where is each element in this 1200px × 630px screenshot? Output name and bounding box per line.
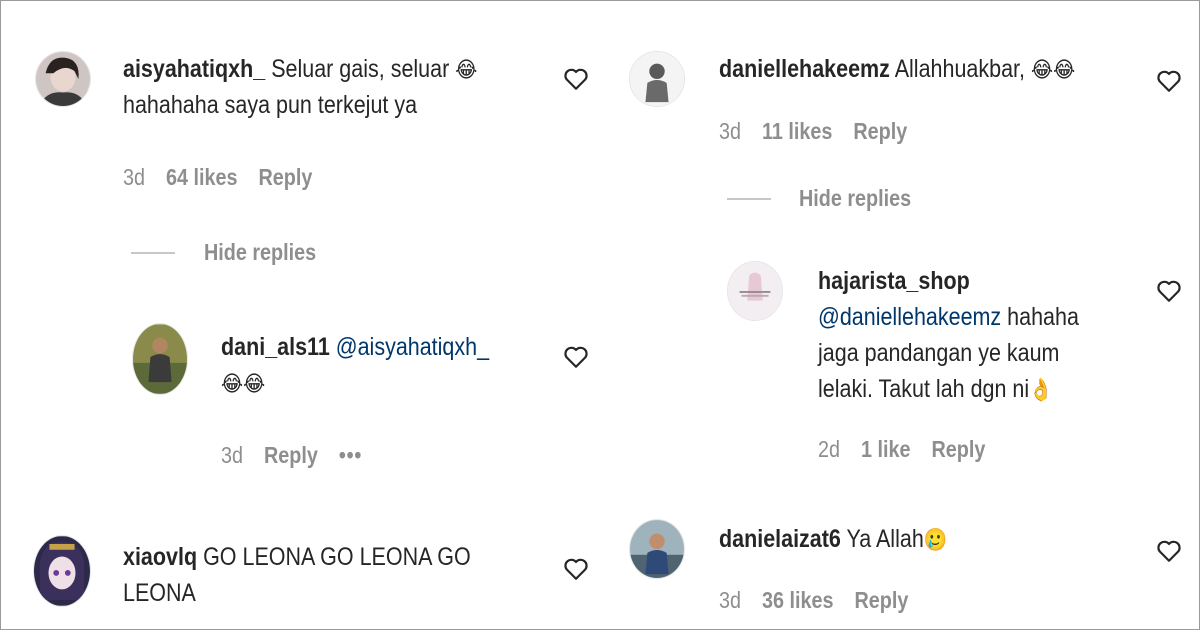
avatar-photo-icon <box>630 52 684 106</box>
hide-replies-button[interactable]: Hide replies <box>204 239 316 266</box>
comment-body: Allahhuakbar, <box>894 55 1031 83</box>
timestamp: 3d <box>221 442 244 468</box>
like-heart-icon[interactable] <box>1156 279 1182 303</box>
avatar-photo-icon <box>36 52 90 106</box>
reply-button[interactable]: Reply <box>931 436 985 462</box>
tearful-smile-emoji-icon: 🥲 <box>923 527 948 553</box>
more-options-icon[interactable]: ••• <box>339 442 362 468</box>
reply-body-line3: lelaki. Takut lah dgn ni <box>818 375 1030 403</box>
comment-meta: 3d 64 likes Reply <box>123 164 328 191</box>
ok-hand-emoji-icon: 👌 <box>1029 377 1053 403</box>
comments-screenshot: aisyahatiqxh_ Seluar gais, seluar 😂 haha… <box>0 0 1200 630</box>
avatar[interactable] <box>132 323 188 395</box>
comment-body: Seluar gais, seluar <box>271 55 456 83</box>
like-heart-icon[interactable] <box>563 345 589 369</box>
reply-button[interactable]: Reply <box>264 442 318 468</box>
likes-count[interactable]: 11 likes <box>762 118 832 144</box>
avatar[interactable] <box>35 51 91 107</box>
mention-link[interactable]: @daniellehakeemz <box>818 303 1001 331</box>
comment-text: aisyahatiqxh_ Seluar gais, seluar 😂 haha… <box>123 51 544 123</box>
reply-text: dani_als11 @aisyahatiqxh_ 😂😂 <box>221 329 548 401</box>
laughing-emoji-icon: 😂😂 <box>221 371 266 397</box>
timestamp: 3d <box>123 164 146 190</box>
like-heart-icon[interactable] <box>563 557 589 581</box>
avatar-photo-icon <box>133 324 187 394</box>
avatar-anime-icon <box>34 536 90 606</box>
divider <box>131 252 175 254</box>
avatar[interactable] <box>727 261 783 321</box>
like-heart-icon[interactable] <box>563 67 589 91</box>
comment-username[interactable]: xiaovlq <box>123 543 197 571</box>
comment-text: xiaovlq GO LEONA GO LEONA GO LEONA <box>123 539 544 611</box>
divider <box>727 198 771 200</box>
laughing-emoji-icon: 😂 <box>455 57 478 83</box>
timestamp: 3d <box>719 587 742 613</box>
reply-meta: 2d 1 like Reply <box>818 436 1001 463</box>
comment-username[interactable]: daniellehakeemz <box>719 55 890 83</box>
reply-body: hahaha <box>1001 303 1079 331</box>
timestamp: 2d <box>818 436 841 462</box>
reply-username[interactable]: dani_als11 <box>221 333 330 361</box>
avatar[interactable] <box>33 535 91 607</box>
reply-body-line2: jaga pandangan ye kaum <box>818 339 1060 367</box>
comment-username[interactable]: danielaizat6 <box>719 525 841 553</box>
hide-replies-button[interactable]: Hide replies <box>799 185 911 212</box>
reply-button[interactable]: Reply <box>853 118 907 144</box>
reply-button[interactable]: Reply <box>258 164 312 190</box>
comment-text: daniellehakeemz Allahhuakbar, 😂😂 <box>719 51 1080 87</box>
avatar-photo-icon <box>630 520 684 578</box>
comment-body-line2: LEONA <box>123 579 196 607</box>
avatar-shop-logo-icon <box>728 262 782 320</box>
avatar[interactable] <box>629 51 685 107</box>
likes-count[interactable]: 1 like <box>861 436 910 462</box>
comment-body-line2: hahahaha saya pun terkejut ya <box>123 91 418 119</box>
like-heart-icon[interactable] <box>1156 539 1182 563</box>
comment-meta: 3d 36 likes Reply <box>719 587 924 614</box>
like-heart-icon[interactable] <box>1156 69 1182 93</box>
mention-link[interactable]: @aisyahatiqxh_ <box>336 333 489 361</box>
reply-button[interactable]: Reply <box>854 587 908 613</box>
reply-username[interactable]: hajarista_shop <box>818 267 970 295</box>
likes-count[interactable]: 64 likes <box>166 164 238 190</box>
comment-body: Ya Allah <box>846 525 924 553</box>
reply-text: hajarista_shop @daniellehakeemz hahaha j… <box>818 263 1093 407</box>
comment-body: GO LEONA GO LEONA GO <box>203 543 471 571</box>
comment-meta: 3d 11 likes Reply <box>719 118 923 145</box>
avatar[interactable] <box>629 519 685 579</box>
laughing-emoji-icon: 😂😂 <box>1030 57 1076 83</box>
comment-username[interactable]: aisyahatiqxh_ <box>123 55 265 83</box>
likes-count[interactable]: 36 likes <box>762 587 834 613</box>
reply-meta: 3d Reply ••• <box>221 442 378 469</box>
comment-text: danielaizat6 Ya Allah🥲 <box>719 521 1080 557</box>
timestamp: 3d <box>719 118 742 144</box>
